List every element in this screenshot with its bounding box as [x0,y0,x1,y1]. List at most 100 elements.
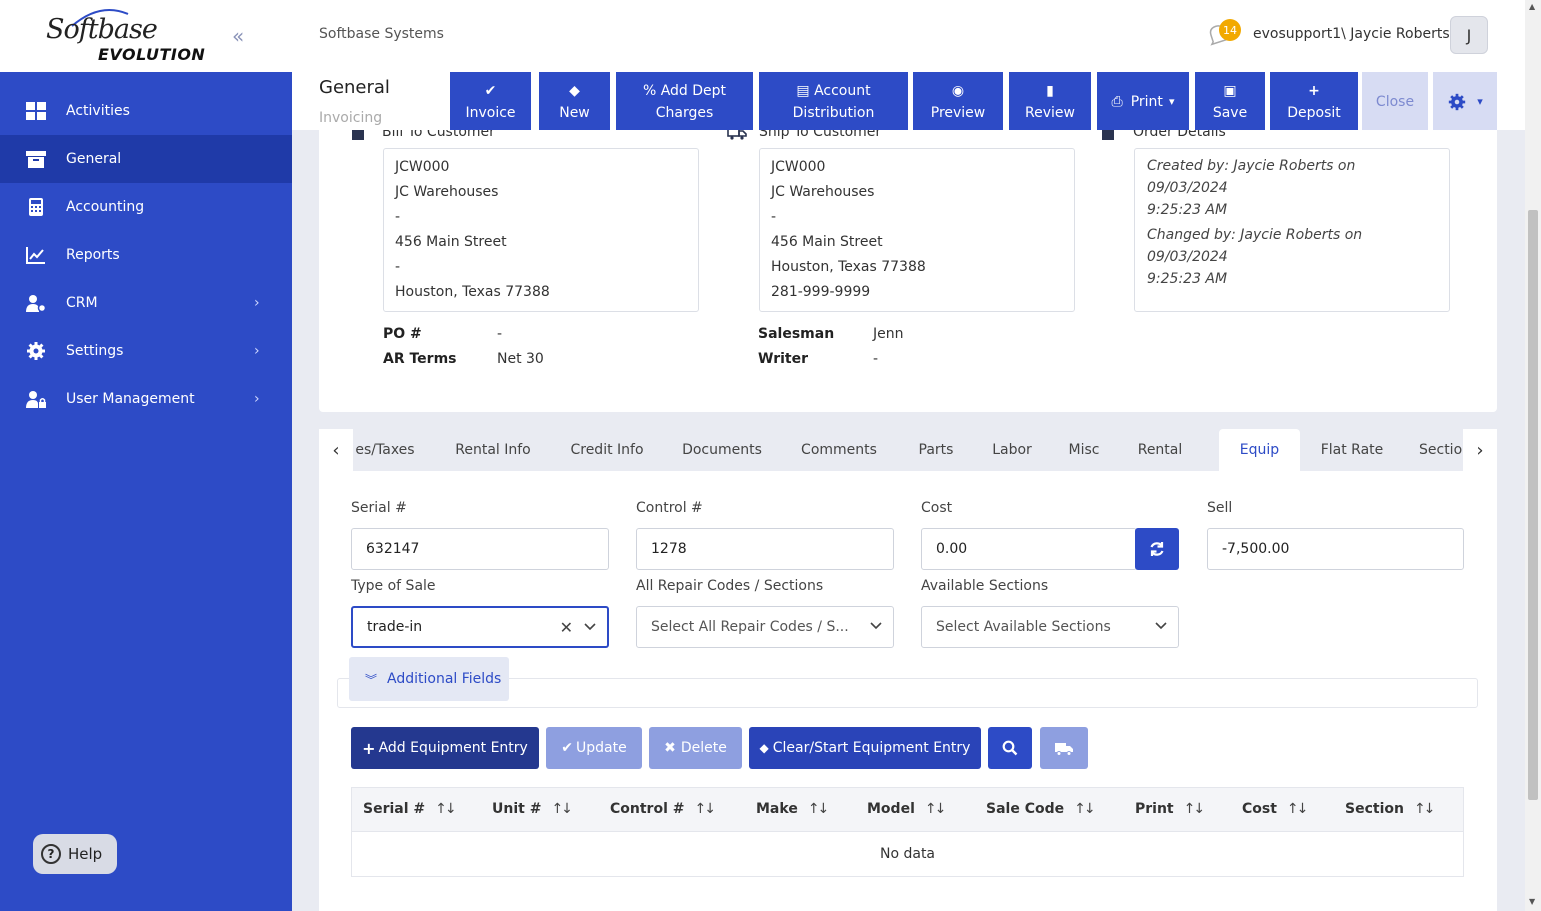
add-dept-charges-button[interactable]: % Add Dept Charges [616,72,753,132]
tab-rental-info[interactable]: Rental Info [445,429,541,471]
refresh-cost-button[interactable] [1135,528,1179,570]
column-header-print[interactable]: Print ↑↓ [1135,801,1206,817]
sidebar-item-user-management[interactable]: User Management › [0,375,292,423]
created-time: 9:25:23 AM [1147,202,1228,218]
account-distribution-button[interactable]: ▤ Account Distribution [759,72,908,132]
address-line: - [395,259,401,275]
chevron-down-icon [870,622,882,630]
review-button[interactable]: ▮ Review [1009,72,1091,132]
page-title: General [319,77,390,98]
dashboard-icon [26,102,46,120]
column-header-cost[interactable]: Cost ↑↓ [1242,801,1308,817]
avatar[interactable]: J [1450,16,1488,54]
collapse-sidebar-icon[interactable]: « [232,24,244,48]
chevron-down-icon [584,623,596,631]
bill-to-icon [352,130,364,140]
sidebar-item-reports[interactable]: Reports [0,231,292,279]
search-icon [1002,740,1018,756]
address-line: JCW000 [395,159,450,175]
close-label: Close [1375,94,1415,110]
preview-button[interactable]: ◉ Preview [913,72,1003,132]
bill-to-title: Bill To Customer [382,130,495,140]
salesman-label: Salesman [758,326,835,342]
new-label: New [559,105,590,121]
column-header-serial[interactable]: Serial # ↑↓ [363,801,457,817]
save-label: Save [1212,105,1248,121]
sort-icon: ↑↓ [1074,801,1096,817]
tab-labor[interactable]: Labor [983,429,1041,471]
scroll-down-icon[interactable]: ▼ [1529,897,1535,906]
printer-icon: ⎙ [1111,94,1123,110]
sidebar-item-settings[interactable]: Settings › [0,327,292,375]
po-value: - [497,326,503,342]
control-input[interactable]: 1278 [636,528,894,570]
help-label: Help [68,845,103,863]
save-button[interactable]: ▣ Save [1195,72,1265,132]
cost-input[interactable]: 0.00 [921,528,1137,570]
user-gear-icon [26,295,47,313]
type-of-sale-select[interactable]: trade-in ✕ [351,606,609,648]
address-line: Houston, Texas 77388 [771,259,926,275]
refresh-icon [1150,542,1164,556]
logo: Softbase EVOLUTION « [0,0,292,72]
sidebar-item-general[interactable]: General [0,135,292,183]
user-name[interactable]: evosupport1\ Jaycie Roberts [1253,26,1450,42]
page-header: General Invoicing ✔ Invoice ◆ New % Add … [292,72,1525,132]
print-button[interactable]: ⎙ Print ▾ [1097,72,1189,132]
clear-icon[interactable]: ✕ [560,618,573,637]
column-header-control[interactable]: Control # ↑↓ [610,801,716,817]
invoice-button[interactable]: ✔ Invoice [450,72,531,132]
tab-rental[interactable]: Rental [1127,429,1193,471]
settings-menu-button[interactable]: ▾ [1433,72,1497,132]
column-header-sale-code[interactable]: Sale Code ↑↓ [986,801,1096,817]
tab-parts[interactable]: Parts [907,429,965,471]
help-button[interactable]: ? Help [33,834,117,874]
column-header-model[interactable]: Model ↑↓ [867,801,946,817]
available-sections-select[interactable]: Select Available Sections [921,606,1179,648]
add-equipment-entry-button[interactable]: + Add Equipment Entry [351,727,539,769]
column-label: Sale Code [986,801,1065,817]
column-header-make[interactable]: Make ↑↓ [756,801,829,817]
tab-fees-taxes[interactable]: es/Taxes [353,429,417,471]
sidebar-item-crm[interactable]: CRM › [0,279,292,327]
new-button[interactable]: ◆ New [539,72,610,132]
sidebar-item-activities[interactable]: Activities [0,87,292,135]
delete-button[interactable]: ✖ Delete [649,727,742,769]
serial-input[interactable]: 632147 [351,528,609,570]
equipment-card: ‹ es/Taxes Rental Info Credit Info Docum… [319,429,1497,911]
column-header-section[interactable]: Section ↑↓ [1345,801,1435,817]
gear-icon [27,342,45,360]
search-equipment-button[interactable] [988,727,1032,769]
repair-codes-placeholder: Select All Repair Codes / S... [651,619,849,635]
sort-icon: ↑↓ [1183,801,1206,817]
tab-scroll-left-icon[interactable]: ‹ [319,429,353,471]
sell-input[interactable]: -7,500.00 [1207,528,1464,570]
tab-credit-info[interactable]: Credit Info [559,429,655,471]
tab-comments[interactable]: Comments [789,429,889,471]
page-scrollbar[interactable]: ▲ ▼ [1525,0,1541,911]
add-dept-label: Add Dept [660,83,727,99]
order-details-icon [1102,130,1114,140]
scrollbar-thumb[interactable] [1528,210,1538,800]
repair-codes-select[interactable]: Select All Repair Codes / S... [636,606,894,648]
tab-scroll-right-icon[interactable]: › [1463,429,1497,471]
tab-documents[interactable]: Documents [673,429,771,471]
column-header-unit[interactable]: Unit # ↑↓ [492,801,573,817]
close-button[interactable]: Close [1362,72,1428,132]
tab-flat-rate[interactable]: Flat Rate [1317,429,1387,471]
clear-start-entry-button[interactable]: ◆ Clear/Start Equipment Entry [749,727,981,769]
additional-fields-toggle[interactable]: ︾ Additional Fields [349,657,509,701]
deposit-button[interactable]: + Deposit [1270,72,1358,132]
chevron-right-icon: › [254,391,260,407]
tab-sections[interactable]: Sectio [1419,429,1463,471]
type-of-sale-value: trade-in [367,619,423,635]
available-sections-placeholder: Select Available Sections [936,619,1111,635]
sidebar-item-accounting[interactable]: Accounting [0,183,292,231]
tab-misc[interactable]: Misc [1059,429,1109,471]
update-button[interactable]: ✔ Update [546,727,642,769]
scroll-up-icon[interactable]: ▲ [1529,2,1535,11]
tab-equip[interactable]: Equip [1219,429,1300,471]
equipment-table: Serial # ↑↓ Unit # ↑↓ Control # ↑↓ Make ↑↓ M… [351,787,1464,877]
equipment-lookup-button[interactable] [1040,727,1088,769]
column-label: Model [867,801,915,817]
